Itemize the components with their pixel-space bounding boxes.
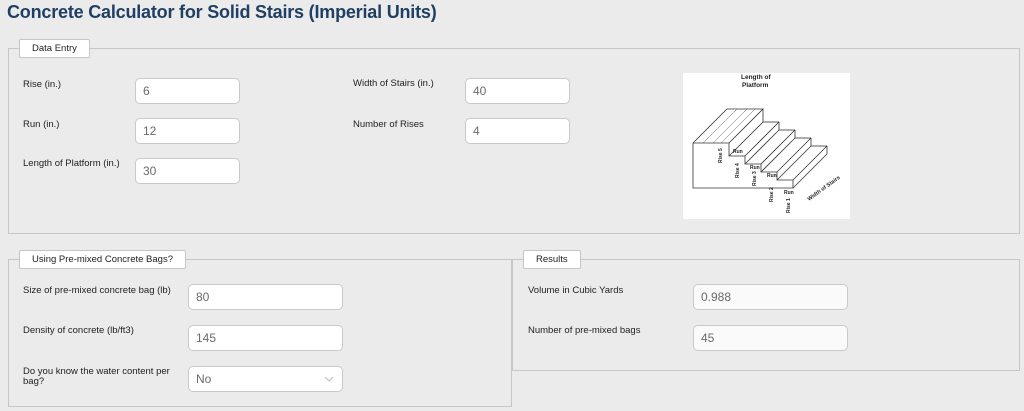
diagram-rise-3: Rise 3 — [752, 171, 758, 186]
page-title: Concrete Calculator for Solid Stairs (Im… — [7, 2, 437, 22]
premixed-legend: Using Pre-mixed Concrete Bags? — [19, 250, 186, 269]
diagram-rise-5: Rise 5 — [718, 148, 724, 163]
run-label: Run (in.) — [23, 119, 60, 130]
density-label: Density of concrete (lb/ft3) — [23, 325, 134, 336]
results-panel: Results — [512, 250, 1020, 371]
width-input[interactable]: 40 — [465, 78, 570, 104]
data-entry-legend: Data Entry — [19, 39, 90, 58]
run-input[interactable]: 12 — [135, 118, 240, 144]
rise-input[interactable]: 6 — [135, 78, 240, 104]
volume-output: 0.988 — [693, 284, 848, 310]
diagram-run-4: Run — [784, 190, 794, 196]
diagram-length-of: Length of — [741, 74, 771, 81]
bags-output: 45 — [693, 325, 848, 351]
diagram-run-2: Run — [750, 165, 760, 171]
water-content-select[interactable]: No — [188, 366, 343, 392]
diagram-rise-1: Rise 1 — [786, 198, 792, 213]
water-content-value: No — [196, 372, 212, 386]
density-input[interactable]: 145 — [188, 325, 343, 351]
platform-input[interactable]: 30 — [135, 158, 240, 184]
results-legend: Results — [523, 250, 581, 269]
stairs-diagram: Length of Platform Run Run Run Run Rise … — [683, 73, 850, 219]
diagram-run-3: Run — [767, 173, 777, 179]
diagram-run-1: Run — [733, 149, 743, 155]
platform-label: Length of Platform (in.) — [23, 158, 120, 169]
water-content-label: Do you know the water content per bag? — [23, 366, 170, 387]
diagram-platform: Platform — [742, 82, 769, 89]
rises-input[interactable]: 4 — [465, 118, 570, 144]
rise-label: Rise (in.) — [23, 79, 62, 90]
rises-label: Number of Rises — [353, 119, 424, 130]
volume-label: Volume in Cubic Yards — [528, 285, 624, 296]
diagram-width-of-stairs: Width of Stairs — [807, 175, 842, 203]
stairs-diagram-svg: Length of Platform Run Run Run Run Rise … — [692, 74, 842, 213]
chevron-down-icon — [324, 376, 334, 382]
bags-label: Number of pre-mixed bags — [528, 325, 641, 336]
width-label: Width of Stairs (in.) — [353, 78, 434, 89]
bag-size-input[interactable]: 80 — [188, 284, 343, 310]
bag-size-label: Size of pre-mixed concrete bag (lb) — [23, 285, 171, 296]
diagram-rise-4: Rise 4 — [735, 163, 741, 178]
diagram-rise-2: Rise 2 — [769, 187, 775, 202]
